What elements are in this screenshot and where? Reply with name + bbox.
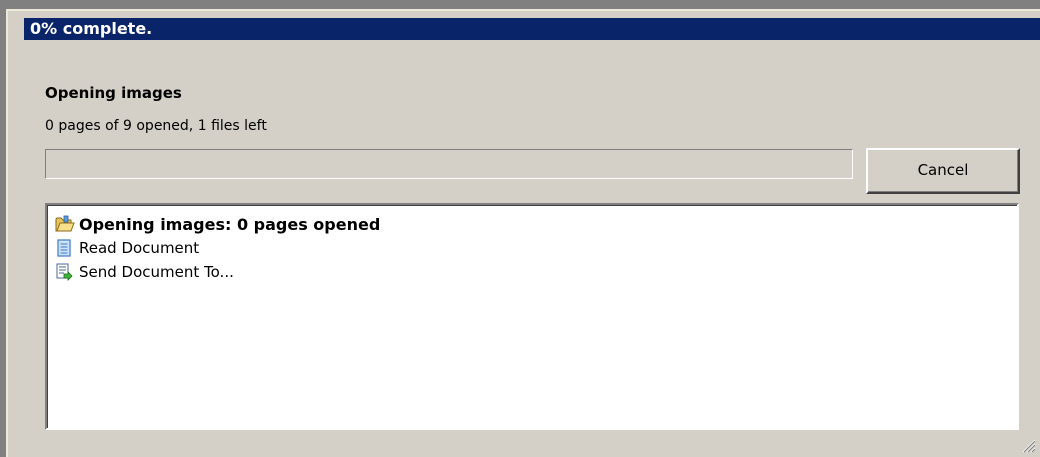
progress-status: 0 pages of 9 opened, 1 files left [45,118,267,134]
list-item-label: Opening images: 0 pages opened [79,214,381,234]
document-icon [55,239,73,257]
list-item[interactable]: Read Document [55,237,199,259]
list-item-label: Read Document [79,239,200,257]
task-list[interactable]: Opening images: 0 pages opened Read Docu… [45,203,1019,430]
title-bar: 0% complete. [24,18,1040,40]
progress-bar [45,149,853,179]
folder-open-icon [55,215,75,233]
progress-heading: Opening images [45,84,182,102]
list-item[interactable]: Send Document To... [55,261,234,283]
send-document-icon [55,263,73,281]
list-item-label: Send Document To... [79,263,234,281]
list-item[interactable]: Opening images: 0 pages opened [55,213,380,235]
cancel-button[interactable]: Cancel [866,148,1020,194]
resize-grip-icon[interactable] [1018,435,1036,453]
title-text: 0% complete. [30,19,153,38]
